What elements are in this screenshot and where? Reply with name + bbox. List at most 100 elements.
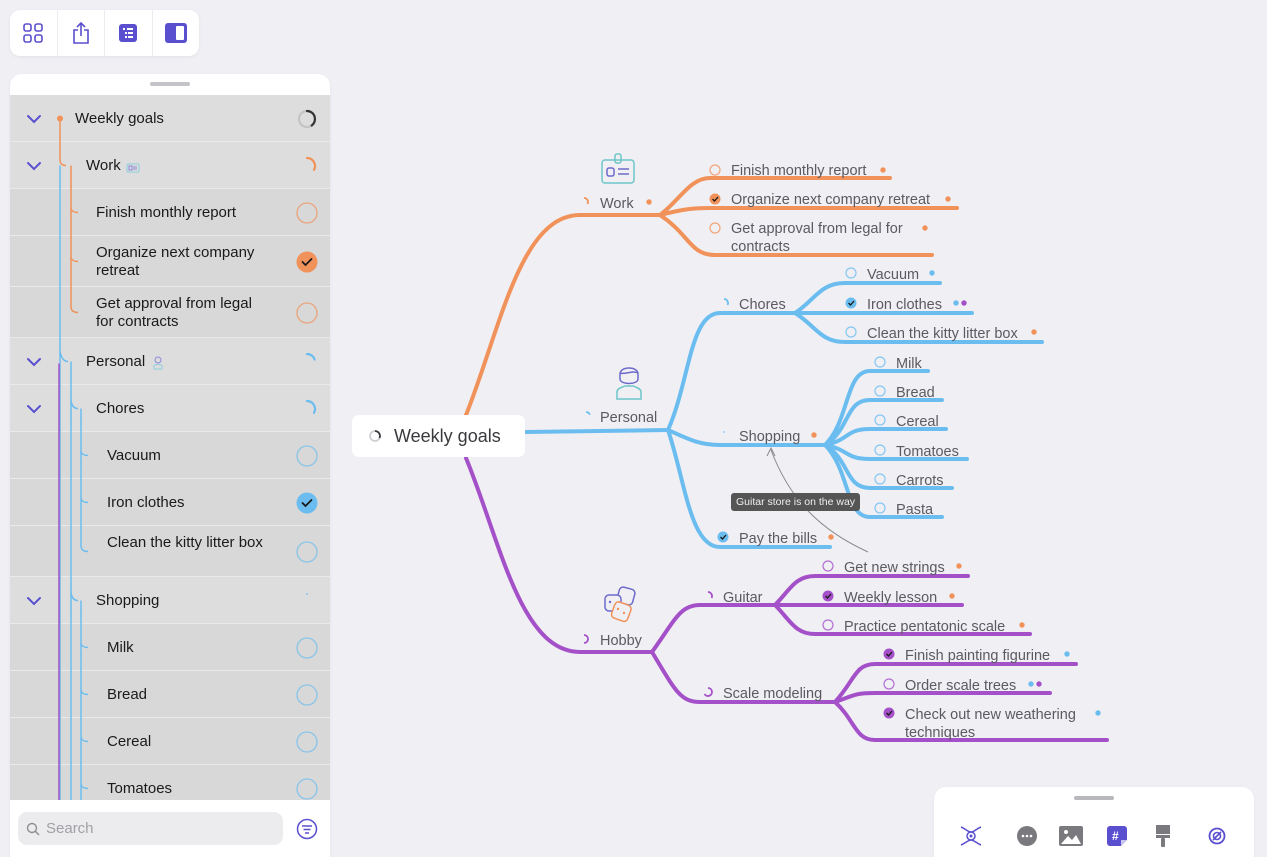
search-field[interactable] (18, 812, 283, 845)
node-task[interactable]: Vacuum (867, 267, 919, 283)
checkbox-unchecked[interactable] (874, 385, 886, 397)
checkbox-unchecked[interactable] (822, 619, 834, 631)
outline-row[interactable]: Finish monthly report (10, 189, 330, 236)
progress-ring-icon[interactable] (296, 155, 318, 177)
checkbox-unchecked[interactable] (296, 301, 318, 324)
checkbox-unchecked[interactable] (709, 164, 721, 176)
outline-row[interactable]: Chores (10, 385, 330, 432)
chevron-down-icon[interactable] (24, 109, 44, 129)
node-personal[interactable]: Personal (600, 410, 657, 426)
node-task[interactable]: Tomatoes (896, 444, 959, 460)
progress-ring-icon[interactable] (296, 590, 318, 612)
checkbox-unchecked[interactable] (874, 473, 886, 485)
node-task[interactable]: Check out new weathering (905, 707, 1076, 723)
checkbox-unchecked[interactable] (296, 683, 318, 706)
node-task[interactable]: Order scale trees (905, 678, 1016, 694)
checkbox-unchecked[interactable] (296, 777, 318, 800)
style-button[interactable] (1150, 823, 1176, 849)
node-scale-modeling[interactable]: Scale modeling (723, 686, 822, 702)
node-shopping[interactable]: Shopping (739, 429, 800, 445)
checkbox-unchecked[interactable] (822, 560, 834, 572)
checkbox-checked[interactable] (883, 707, 895, 719)
checkbox-unchecked[interactable] (845, 267, 857, 279)
node-task[interactable]: Milk (896, 356, 923, 372)
outline-row[interactable]: Bread (10, 671, 330, 718)
checkbox-checked[interactable] (296, 251, 318, 273)
node-work[interactable]: Work (600, 196, 634, 212)
node-task[interactable]: Weekly lesson (844, 590, 937, 606)
more-button[interactable] (1014, 823, 1040, 849)
grid-view-button[interactable] (10, 10, 58, 56)
node-chores[interactable]: Chores (739, 297, 786, 313)
chevron-down-icon[interactable] (24, 352, 44, 372)
panel-drag-handle[interactable] (150, 82, 190, 86)
chevron-down-icon[interactable] (24, 399, 44, 419)
checkbox-checked[interactable] (296, 492, 318, 514)
node-guitar[interactable]: Guitar (723, 590, 763, 606)
outline-row[interactable]: Weekly goals (10, 95, 330, 142)
chevron-down-icon[interactable] (24, 591, 44, 611)
checkbox-unchecked[interactable] (874, 414, 886, 426)
checkbox-unchecked[interactable] (296, 201, 318, 224)
checkbox-unchecked[interactable] (709, 222, 721, 234)
outline-row[interactable]: Get approval from legal for contracts (10, 287, 330, 338)
node-task[interactable]: Finish monthly report (731, 163, 866, 179)
tag-button[interactable]: # (1104, 823, 1130, 849)
progress-ring-icon[interactable] (296, 398, 318, 420)
checkbox-unchecked[interactable] (883, 678, 895, 690)
bottom-toolbar-handle[interactable] (1074, 796, 1114, 800)
checkbox-checked[interactable] (883, 648, 895, 660)
image-button[interactable] (1058, 823, 1084, 849)
outline-row[interactable]: Vacuum (10, 432, 330, 479)
root-node[interactable]: Weekly goals (352, 415, 525, 457)
checkbox-checked[interactable] (845, 297, 857, 309)
checkbox-checked[interactable] (709, 193, 721, 205)
node-task[interactable]: Practice pentatonic scale (844, 619, 1005, 635)
progress-ring-icon[interactable] (296, 108, 318, 130)
node-task[interactable]: Iron clothes (867, 297, 942, 313)
checkbox-checked[interactable] (717, 531, 729, 543)
checkbox-unchecked[interactable] (296, 730, 318, 753)
node-task[interactable]: techniques (905, 725, 975, 741)
checkbox-unchecked[interactable] (296, 636, 318, 659)
node-task[interactable]: Organize next company retreat (731, 192, 930, 208)
node-task[interactable]: Pay the bills (739, 531, 817, 547)
node-task[interactable]: Pasta (896, 502, 934, 518)
filter-button[interactable] (296, 818, 318, 840)
checkbox-unchecked[interactable] (845, 326, 857, 338)
search-input[interactable] (46, 820, 266, 837)
checkbox-unchecked[interactable] (296, 444, 318, 467)
node-task[interactable]: Carrots (896, 473, 944, 489)
node-task[interactable]: Bread (896, 385, 935, 401)
outline-view-button[interactable] (105, 10, 153, 56)
node-task[interactable]: contracts (731, 239, 790, 255)
outline-row[interactable]: Tomatoes (10, 765, 330, 800)
outline-row[interactable]: Work (10, 142, 330, 189)
node-hobby[interactable]: Hobby (600, 633, 643, 649)
chevron-down-icon[interactable] (24, 156, 44, 176)
outline-row[interactable]: Clean the kitty litter box (10, 526, 330, 577)
relationship-label[interactable]: Guitar store is on the way (731, 493, 861, 511)
checkbox-unchecked[interactable] (296, 540, 318, 563)
share-button[interactable] (58, 10, 105, 56)
checkbox-unchecked[interactable] (874, 356, 886, 368)
checkbox-unchecked[interactable] (874, 444, 886, 456)
outline-row[interactable]: Cereal (10, 718, 330, 765)
outline-row[interactable]: Organize next company retreat (10, 236, 330, 287)
focus-button[interactable] (958, 823, 984, 849)
node-task[interactable]: Clean the kitty litter box (867, 326, 1018, 342)
sticker-button[interactable] (1204, 823, 1230, 849)
node-task[interactable]: Get approval from legal for (731, 221, 903, 237)
progress-ring-icon[interactable] (296, 351, 318, 373)
outline-row[interactable]: Personal (10, 338, 330, 385)
outline-row[interactable]: Milk (10, 624, 330, 671)
sidebar-toggle-button[interactable] (153, 10, 200, 56)
checkbox-unchecked[interactable] (874, 502, 886, 514)
node-task[interactable]: Cereal (896, 414, 939, 430)
outline-row[interactable]: Shopping (10, 577, 330, 624)
node-task[interactable]: Finish painting figurine (905, 648, 1050, 664)
checkbox-checked[interactable] (822, 590, 834, 602)
node-task[interactable]: Get new strings (844, 560, 945, 576)
outline-list[interactable]: Weekly goals Work Finish monthly report Org… (10, 95, 330, 800)
outline-row[interactable]: Iron clothes (10, 479, 330, 526)
